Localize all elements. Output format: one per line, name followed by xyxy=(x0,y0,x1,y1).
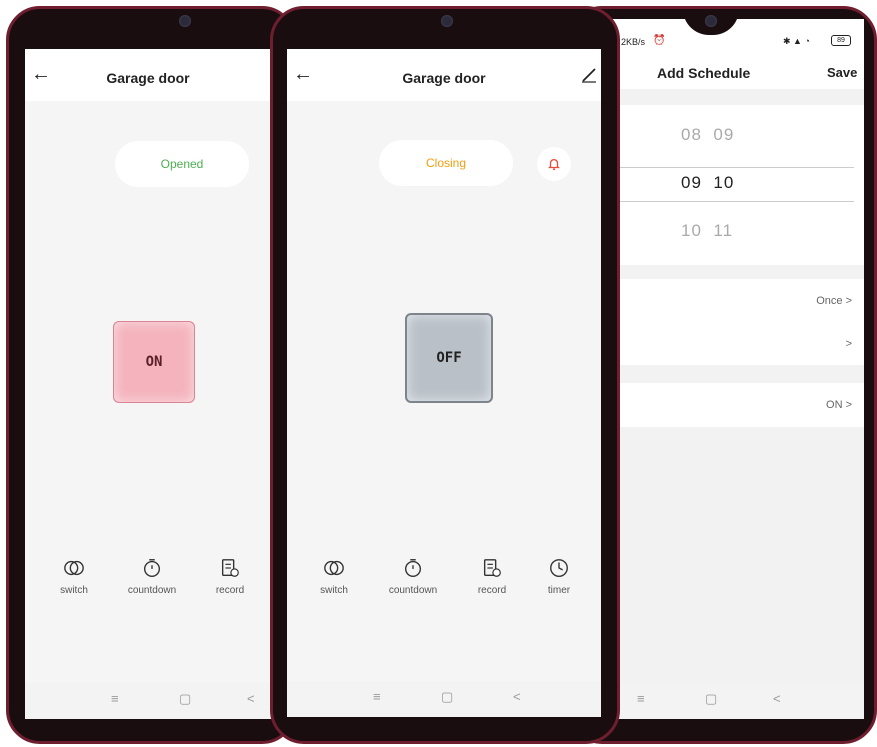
record-icon xyxy=(483,559,501,577)
back-nav-button[interactable]: < xyxy=(247,691,255,706)
repeat-value: Once > xyxy=(816,295,852,307)
system-nav-bar: ≡ ▢ < xyxy=(25,683,281,719)
system-nav-bar: ≡ ▢ < xyxy=(587,683,864,719)
minute-selected: 10 xyxy=(713,173,735,192)
tool-switch[interactable]: switch xyxy=(39,557,109,596)
minute-below: 11 xyxy=(713,221,734,240)
status-badge: Closing xyxy=(379,140,513,186)
home-nav-button[interactable]: ▢ xyxy=(705,691,717,707)
tool-record[interactable]: record xyxy=(195,557,265,596)
phone-left: ← Garage door Opened ON switch countdown… xyxy=(6,6,296,744)
switch-state-row[interactable]: ON > xyxy=(587,383,864,427)
alarm-bell-button[interactable] xyxy=(537,147,571,181)
app-header: ← Garage door xyxy=(25,49,281,101)
tool-timer[interactable]: timer xyxy=(524,557,594,596)
edit-icon[interactable] xyxy=(581,67,597,83)
back-nav-button[interactable]: < xyxy=(773,691,781,706)
back-nav-button[interactable]: < xyxy=(513,689,521,704)
menu-nav-button[interactable]: ≡ xyxy=(373,689,381,704)
save-button[interactable]: Save xyxy=(827,65,857,80)
time-row-above: 08 09 xyxy=(681,125,734,145)
tool-switch[interactable]: switch xyxy=(299,557,369,596)
notch xyxy=(419,9,475,35)
home-nav-button[interactable]: ▢ xyxy=(441,689,453,705)
countdown-icon xyxy=(143,559,161,577)
tool-label: countdown xyxy=(127,585,177,596)
time-picker[interactable]: 08 09 09 10 10 11 xyxy=(587,105,864,265)
tool-label: record xyxy=(477,585,507,596)
power-toggle-button[interactable]: ON xyxy=(113,321,195,403)
schedule-screen: 2KB/s ⏰ ✱ ▲ ◔ 89 Add Schedule Save 08 09… xyxy=(587,19,864,719)
tool-countdown[interactable]: countdown xyxy=(378,557,448,596)
switch-state-value: ON > xyxy=(826,399,852,411)
status-icons: ✱ ▲ ◔ xyxy=(783,36,810,46)
hour-above: 08 xyxy=(681,125,702,144)
phone-middle: ← Garage door Closing OFF switch countdo… xyxy=(270,6,620,744)
label-value: > xyxy=(845,338,852,350)
tool-countdown[interactable]: countdown xyxy=(117,557,187,596)
minute-above: 09 xyxy=(713,125,735,144)
notch xyxy=(157,9,213,35)
camera-icon xyxy=(705,15,717,27)
repeat-row[interactable]: Once > xyxy=(587,279,864,323)
label-row[interactable]: > xyxy=(587,323,864,365)
alarm-icon: ⏰ xyxy=(653,35,666,46)
countdown-icon xyxy=(404,559,422,577)
garage-screen-middle: ← Garage door Closing OFF switch countdo… xyxy=(287,49,601,717)
network-speed: 2KB/s xyxy=(621,37,646,47)
tool-record[interactable]: record xyxy=(457,557,527,596)
time-row-selected[interactable]: 09 10 xyxy=(681,173,734,193)
status-badge: Opened xyxy=(115,141,249,187)
garage-screen-left: ← Garage door Opened ON switch countdown… xyxy=(25,49,281,719)
page-title: Garage door xyxy=(106,70,190,86)
home-nav-button[interactable]: ▢ xyxy=(179,691,191,707)
battery-icon: 89 xyxy=(831,35,851,46)
system-nav-bar: ≡ ▢ < xyxy=(287,681,601,717)
tool-label: switch xyxy=(60,585,88,596)
hour-below: 10 xyxy=(681,221,702,240)
record-icon xyxy=(221,559,239,577)
tool-label: timer xyxy=(547,585,571,596)
camera-icon xyxy=(441,15,453,27)
app-header: ← Garage door xyxy=(287,49,601,101)
camera-icon xyxy=(179,15,191,27)
page-title: Garage door xyxy=(402,70,486,86)
selection-line-bottom xyxy=(617,201,854,202)
hour-selected: 09 xyxy=(681,173,702,192)
switch-icon xyxy=(324,560,344,576)
timer-icon xyxy=(550,559,568,577)
page-title: Add Schedule xyxy=(657,65,751,81)
tool-label: switch xyxy=(320,585,348,596)
power-toggle-button[interactable]: OFF xyxy=(405,313,493,403)
time-row-below: 10 11 xyxy=(681,221,733,241)
tool-label: record xyxy=(215,585,245,596)
switch-icon xyxy=(64,560,84,576)
selection-line-top xyxy=(617,167,854,168)
tool-label: countdown xyxy=(388,585,438,596)
bell-icon xyxy=(548,158,560,171)
menu-nav-button[interactable]: ≡ xyxy=(111,691,119,706)
menu-nav-button[interactable]: ≡ xyxy=(637,691,645,706)
